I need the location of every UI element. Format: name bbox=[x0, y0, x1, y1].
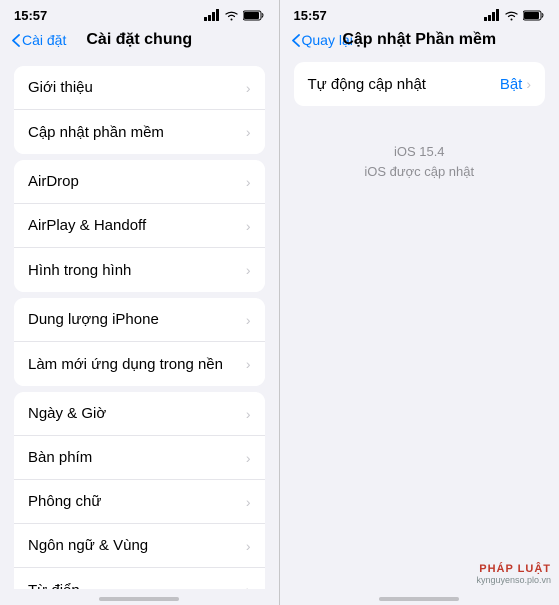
item-right-12: › bbox=[246, 582, 251, 589]
status-bar-left: 15:57 bbox=[0, 0, 279, 28]
update-footer: iOS 15.4 iOS được cập nhật bbox=[280, 112, 559, 191]
settings-label-gioi-thieu: Giới thiệu bbox=[28, 79, 93, 96]
update-content: Tự động cập nhật Bật › iOS 15.4 iOS được… bbox=[280, 56, 559, 308]
settings-item-capnhat[interactable]: Cập nhật phần mềm › bbox=[14, 110, 265, 154]
update-footer-line2: iOS được cập nhật bbox=[364, 162, 474, 182]
item-right-10: › bbox=[246, 494, 251, 510]
nav-bar-left: Cài đặt Cài đặt chung bbox=[0, 28, 279, 56]
spacer bbox=[280, 308, 559, 560]
status-bar-right: 15:57 bbox=[280, 0, 559, 28]
chevron-left-icon bbox=[12, 34, 20, 47]
settings-label-tudien: Từ điển bbox=[28, 582, 80, 590]
settings-item-airplay[interactable]: AirPlay & Handoff › bbox=[14, 204, 265, 248]
chevron-icon-1: › bbox=[246, 80, 251, 96]
chevron-icon-7: › bbox=[246, 356, 251, 372]
chevron-icon-5: › bbox=[246, 262, 251, 278]
settings-group-3: Dung lượng iPhone › Làm mới ứng dụng tro… bbox=[14, 298, 265, 386]
item-right-1: › bbox=[246, 80, 251, 96]
auto-update-label: Tự động cập nhật bbox=[308, 76, 426, 93]
chevron-icon-9: › bbox=[246, 450, 251, 466]
wifi-icon bbox=[224, 10, 239, 21]
settings-item-gioi-thieu[interactable]: Giới thiệu › bbox=[14, 66, 265, 110]
chevron-icon-2: › bbox=[246, 124, 251, 140]
status-time-left: 15:57 bbox=[14, 8, 47, 23]
chevron-icon-10: › bbox=[246, 494, 251, 510]
settings-group-4: Ngày & Giờ › Bàn phím › Phông chữ › Ngôn… bbox=[14, 392, 265, 589]
settings-label-phongchu: Phông chữ bbox=[28, 493, 101, 510]
settings-label-banphim: Bàn phím bbox=[28, 449, 92, 466]
chevron-icon-6: › bbox=[246, 312, 251, 328]
chevron-icon-4: › bbox=[246, 218, 251, 234]
home-indicator-left bbox=[0, 589, 279, 605]
settings-label-ngaygiu: Ngày & Giờ bbox=[28, 405, 106, 422]
settings-group-1: Giới thiệu › Cập nhật phần mềm › bbox=[14, 66, 265, 154]
status-icons-left bbox=[204, 9, 265, 21]
settings-item-phongchu[interactable]: Phông chữ › bbox=[14, 480, 265, 524]
left-panel: 15:57 bbox=[0, 0, 280, 605]
item-right-7: › bbox=[246, 356, 251, 372]
settings-label-dungluong: Dung lượng iPhone bbox=[28, 311, 159, 328]
nav-title-left: Cài đặt chung bbox=[86, 31, 192, 49]
settings-item-airdrop[interactable]: AirDrop › bbox=[14, 160, 265, 204]
settings-item-ngaygiu[interactable]: Ngày & Giờ › bbox=[14, 392, 265, 436]
auto-update-item[interactable]: Tự động cập nhật Bật › bbox=[294, 62, 546, 106]
wifi-icon-right bbox=[504, 10, 519, 21]
item-right-8: › bbox=[246, 406, 251, 422]
item-right-6: › bbox=[246, 312, 251, 328]
home-indicator-bar-left bbox=[99, 597, 179, 601]
item-right-11: › bbox=[246, 538, 251, 554]
chevron-icon-11: › bbox=[246, 538, 251, 554]
settings-item-ngonngu[interactable]: Ngôn ngữ & Vùng › bbox=[14, 524, 265, 568]
settings-label-lammoi: Làm mới ứng dụng trong nền bbox=[28, 356, 223, 373]
settings-item-hinhtrong[interactable]: Hình trong hình › bbox=[14, 248, 265, 292]
chevron-icon-3: › bbox=[246, 174, 251, 190]
item-right-2: › bbox=[246, 124, 251, 140]
watermark: PHÁP LUẬT kynguyenso.plo.vn bbox=[280, 559, 559, 589]
auto-update-right: Bật › bbox=[500, 76, 531, 93]
battery-icon-right bbox=[523, 10, 545, 21]
item-right-9: › bbox=[246, 450, 251, 466]
settings-label-capnhat: Cập nhật phần mềm bbox=[28, 124, 164, 141]
chevron-icon-update: › bbox=[526, 76, 531, 92]
chevron-left-icon-right bbox=[292, 34, 300, 47]
settings-label-ngonngu: Ngôn ngữ & Vùng bbox=[28, 537, 148, 554]
settings-label-airplay: AirPlay & Handoff bbox=[28, 217, 146, 234]
right-panel: 15:57 Quay lại bbox=[280, 0, 559, 605]
settings-label-hinhtrong: Hình trong hình bbox=[28, 262, 131, 279]
settings-group-2: AirDrop › AirPlay & Handoff › Hình trong… bbox=[14, 160, 265, 292]
watermark-logo: PHÁP LUẬT bbox=[479, 563, 551, 575]
settings-item-lammoi[interactable]: Làm mới ứng dụng trong nền › bbox=[14, 342, 265, 386]
chevron-icon-8: › bbox=[246, 406, 251, 422]
signal-icon bbox=[204, 9, 220, 21]
settings-item-banphim[interactable]: Bàn phím › bbox=[14, 436, 265, 480]
settings-label-airdrop: AirDrop bbox=[28, 173, 79, 190]
status-time-right: 15:57 bbox=[294, 8, 327, 23]
item-right-5: › bbox=[246, 262, 251, 278]
battery-icon bbox=[243, 10, 265, 21]
signal-icon-right bbox=[484, 9, 500, 21]
settings-content-left: Giới thiệu › Cập nhật phần mềm › AirDrop… bbox=[0, 56, 279, 589]
home-indicator-bar-right bbox=[379, 597, 459, 601]
home-indicator-right bbox=[280, 589, 559, 605]
nav-bar-right: Quay lại Cập nhật Phần mềm bbox=[280, 28, 559, 56]
update-footer-line1: iOS 15.4 bbox=[394, 142, 445, 162]
nav-title-right: Cập nhật Phần mềm bbox=[342, 31, 496, 49]
watermark-url: kynguyenso.plo.vn bbox=[476, 575, 551, 585]
item-right-4: › bbox=[246, 218, 251, 234]
settings-item-tudien[interactable]: Từ điển › bbox=[14, 568, 265, 589]
status-icons-right bbox=[484, 9, 545, 21]
item-right-3: › bbox=[246, 174, 251, 190]
settings-item-dungluong[interactable]: Dung lượng iPhone › bbox=[14, 298, 265, 342]
back-label-left: Cài đặt bbox=[22, 32, 66, 48]
auto-update-value: Bật bbox=[500, 76, 523, 93]
back-button-left[interactable]: Cài đặt bbox=[12, 32, 66, 48]
update-group: Tự động cập nhật Bật › bbox=[294, 62, 546, 106]
chevron-icon-12: › bbox=[246, 582, 251, 589]
